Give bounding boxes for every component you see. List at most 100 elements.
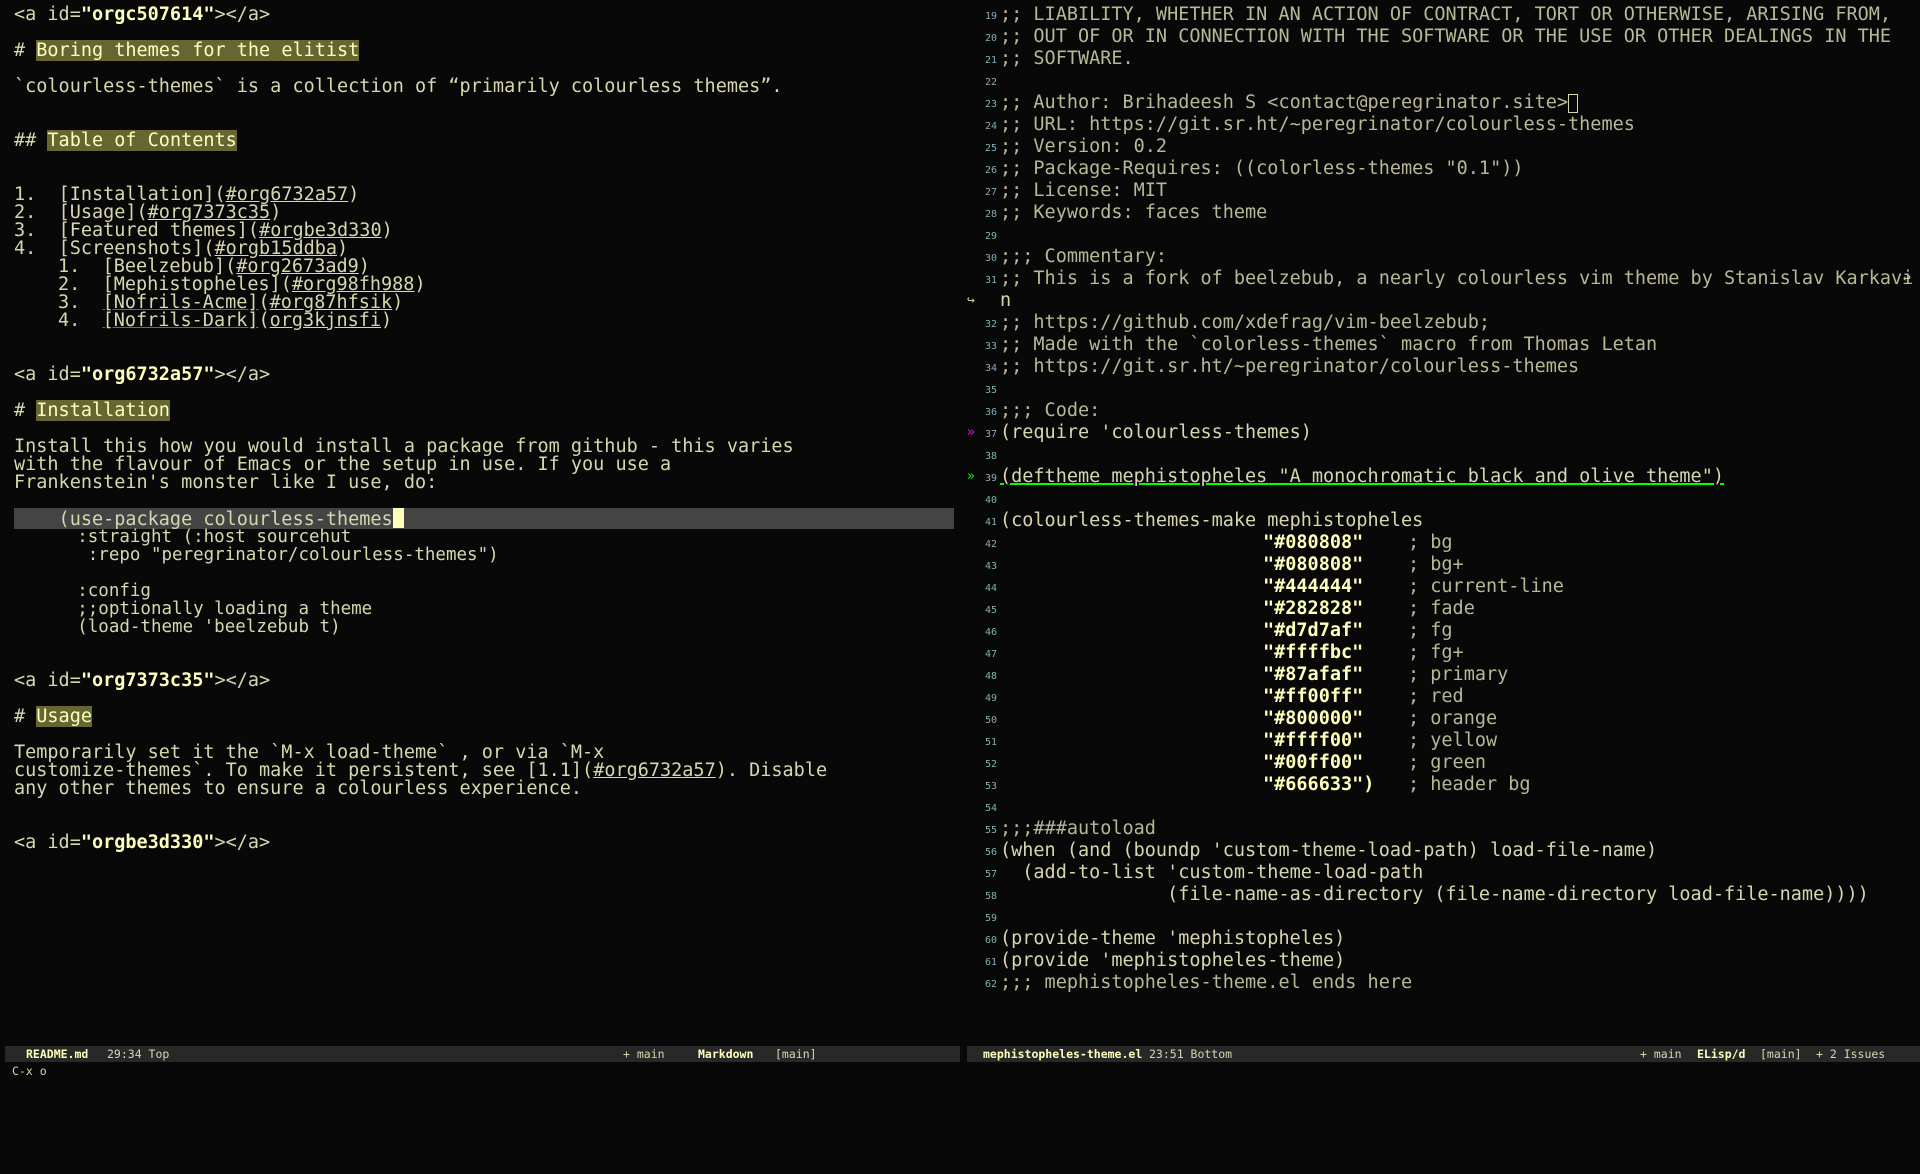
code-text: ;;; mephistopheles-theme.el ends here bbox=[1000, 972, 1413, 993]
line-number: 62 bbox=[984, 979, 997, 990]
code-line: 43 "#080808" ; bg+ bbox=[967, 554, 1920, 576]
buffer-name[interactable]: mephistopheles-theme.el bbox=[983, 1046, 1142, 1062]
code-line: 52 "#00ff00" ; green bbox=[967, 752, 1920, 774]
line-number: 19 bbox=[984, 11, 997, 22]
project-name: [main] bbox=[1760, 1047, 1802, 1061]
toc-link[interactable]: org3kjnsfi bbox=[270, 310, 381, 331]
code-line: 47 "#ffffbc" ; fg+ bbox=[967, 642, 1920, 664]
code-line: 56 (when (and (boundp 'custom-theme-load-… bbox=[967, 840, 1920, 862]
color-value: "#080808" bbox=[1263, 554, 1364, 575]
color-value: "#d7d7af" bbox=[1263, 620, 1364, 641]
color-comment: ; bg bbox=[1408, 532, 1453, 553]
buffer-name[interactable]: README.md bbox=[26, 1046, 88, 1062]
line-number: 43 bbox=[984, 561, 997, 572]
code-text: ;; Keywords: faces theme bbox=[1000, 202, 1268, 223]
color-value: "#ffffbc" bbox=[1263, 642, 1364, 663]
line-number: 54 bbox=[984, 803, 997, 814]
flycheck-issues[interactable]: + 2 Issues bbox=[1816, 1046, 1885, 1062]
code-line: 50 "#800000" ; orange bbox=[967, 708, 1920, 730]
code-line: 21;; SOFTWARE. bbox=[967, 48, 1920, 70]
echo-area[interactable]: C-x o bbox=[12, 1062, 47, 1080]
code-line: 34;; https://git.sr.ht/~peregrinator/col… bbox=[967, 356, 1920, 378]
code-text: ;;;###autoload bbox=[1000, 818, 1156, 839]
line-number: 50 bbox=[984, 715, 997, 726]
subtoc-item[interactable]: 4. [Nofrils-Dark](org3kjnsfi) bbox=[0, 310, 960, 332]
code-text: ;; OUT OF OR IN CONNECTION WITH THE SOFT… bbox=[1000, 26, 1892, 47]
code-line: 29 bbox=[967, 224, 1920, 246]
mode-line-left[interactable]: README.md 29:34 Top + main Markdown [mai… bbox=[5, 1046, 960, 1062]
line-number: 55 bbox=[984, 825, 997, 836]
code-line: 41 (colourless-themes-make mephistopheles bbox=[967, 510, 1920, 532]
paragraph-line: Frankenstein's monster like I use, do: bbox=[14, 472, 438, 493]
color-comment: ; red bbox=[1408, 686, 1464, 707]
heading-1: # Boring themes for the elitist bbox=[14, 40, 360, 61]
paragraph-line: any other themes to ensure a colourless … bbox=[14, 778, 583, 799]
right-editor-pane[interactable]: 19;; LIABILITY, WHETHER IN AN ACTION OF … bbox=[967, 0, 1920, 1046]
line-number: 61 bbox=[984, 957, 997, 968]
line-number: 59 bbox=[984, 913, 997, 924]
window-divider[interactable] bbox=[960, 0, 967, 1046]
code-line: 48 "#87afaf" ; primary bbox=[967, 664, 1920, 686]
code-line: 36;;; Code: bbox=[967, 400, 1920, 422]
color-value: "#800000" bbox=[1263, 708, 1364, 729]
major-mode[interactable]: ELisp/d bbox=[1697, 1046, 1745, 1062]
code-line: 60 (provide-theme 'mephistopheles) bbox=[967, 928, 1920, 950]
code-line: 55 ;;;###autoload bbox=[967, 818, 1920, 840]
line-number: 53 bbox=[984, 781, 997, 792]
code-text: ;; Package-Requires: ((colorless-themes … bbox=[1000, 158, 1524, 179]
cursor-position: 23:51 Bottom bbox=[1149, 1047, 1233, 1061]
code-text: (when (and (boundp 'custom-theme-load-pa… bbox=[1000, 840, 1658, 861]
code-text: (require 'colourless-themes) bbox=[1000, 422, 1312, 443]
code-line: (load-theme 'beelzebub t) bbox=[14, 617, 341, 637]
cursor-position: 29:34 Top bbox=[107, 1047, 170, 1061]
anchor-line: <a id="orgbe3d330"></a> bbox=[14, 832, 271, 853]
code-text: (add-to-list 'custom-theme-load-path bbox=[1000, 862, 1424, 883]
line-number: 26 bbox=[984, 165, 997, 176]
code-text: (provide-theme 'mephistopheles) bbox=[1000, 928, 1346, 949]
color-comment: ; primary bbox=[1408, 664, 1509, 685]
major-mode[interactable]: Markdown bbox=[698, 1046, 753, 1062]
line-number: 32 bbox=[984, 319, 997, 330]
line-number: 24 bbox=[984, 121, 997, 132]
code-line: 30;;; Commentary: bbox=[967, 246, 1920, 268]
anchor-line: <a id="org6732a57"></a> bbox=[14, 364, 271, 385]
line-number: 25 bbox=[984, 143, 997, 154]
code-line: 53 "#666633") ; header bg bbox=[967, 774, 1920, 796]
code-line: :repo "peregrinator/colourless-themes") bbox=[14, 545, 499, 565]
code-line: 57 (add-to-list 'custom-theme-load-path bbox=[967, 862, 1920, 884]
vc-branch[interactable]: + main bbox=[623, 1046, 665, 1062]
fringe-marker-icon: » bbox=[967, 425, 975, 440]
left-editor-pane[interactable]: <a id="orgc507614"></a> # Boring themes … bbox=[0, 0, 960, 1046]
line-number: 45 bbox=[984, 605, 997, 616]
line-number: 31 bbox=[984, 275, 997, 286]
color-comment: ; bg+ bbox=[1408, 554, 1464, 575]
color-value: "#00ff00" bbox=[1263, 752, 1364, 773]
line-number: 22 bbox=[984, 77, 997, 88]
code-line: 35 bbox=[967, 378, 1920, 400]
code-text: (provide 'mephistopheles-theme) bbox=[1000, 950, 1346, 971]
code-text: ;; https://git.sr.ht/~peregrinator/colou… bbox=[1000, 356, 1580, 377]
mode-line-right[interactable]: mephistopheles-theme.el 23:51 Bottom + m… bbox=[967, 1046, 1920, 1062]
code-text: (deftheme mephistopheles "A monochromati… bbox=[1000, 466, 1724, 487]
line-number: 35 bbox=[984, 385, 997, 396]
anchor-line: <a id="orgc507614"></a> bbox=[14, 4, 271, 25]
code-line: n ↪ bbox=[967, 290, 1920, 312]
line-number: 44 bbox=[984, 583, 997, 594]
color-value: "#87afaf" bbox=[1263, 664, 1364, 685]
code-text: ;; License: MIT bbox=[1000, 180, 1168, 201]
code-line: 26;; Package-Requires: ((colorless-theme… bbox=[967, 158, 1920, 180]
line-number: 38 bbox=[984, 451, 997, 462]
line-number: 29 bbox=[984, 231, 997, 242]
anchor-line: <a id="org7373c35"></a> bbox=[14, 670, 271, 691]
color-comment: ; fg bbox=[1408, 620, 1453, 641]
color-comment: ; current-line bbox=[1408, 576, 1564, 597]
vc-branch[interactable]: + main bbox=[1640, 1046, 1682, 1062]
code-line: 40 bbox=[967, 488, 1920, 510]
color-value: "#080808" bbox=[1263, 532, 1364, 553]
code-line: 51 "#ffff00" ; yellow bbox=[967, 730, 1920, 752]
code-line: 38 bbox=[967, 444, 1920, 466]
line-number: 47 bbox=[984, 649, 997, 660]
line-number: 28 bbox=[984, 209, 997, 220]
line-number: 34 bbox=[984, 363, 997, 374]
code-line: 46 "#d7d7af" ; fg bbox=[967, 620, 1920, 642]
